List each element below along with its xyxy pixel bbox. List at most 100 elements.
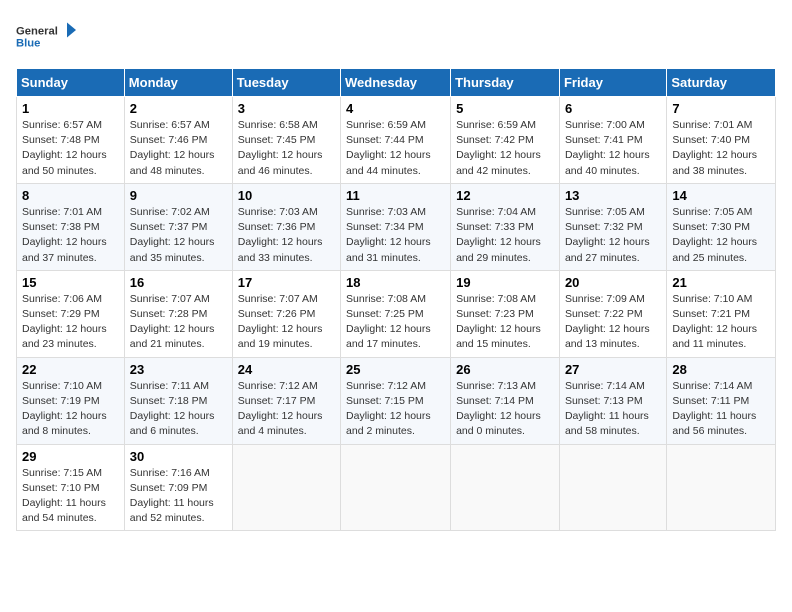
day-number: 29 [22, 449, 119, 464]
day-number: 7 [672, 101, 770, 116]
logo: General Blue [16, 16, 76, 56]
cell-content: Sunrise: 7:10 AMSunset: 7:19 PMDaylight:… [22, 379, 119, 440]
cell-content: Sunrise: 7:11 AMSunset: 7:18 PMDaylight:… [130, 379, 227, 440]
weekday-header-sunday: Sunday [17, 69, 125, 97]
day-number: 14 [672, 188, 770, 203]
day-number: 12 [456, 188, 554, 203]
day-number: 18 [346, 275, 445, 290]
cell-content: Sunrise: 7:01 AMSunset: 7:40 PMDaylight:… [672, 118, 770, 179]
day-number: 15 [22, 275, 119, 290]
calendar-cell: 30 Sunrise: 7:16 AMSunset: 7:09 PMDayligh… [124, 444, 232, 531]
weekday-header-saturday: Saturday [667, 69, 776, 97]
day-number: 1 [22, 101, 119, 116]
calendar-cell: 23 Sunrise: 7:11 AMSunset: 7:18 PMDayligh… [124, 357, 232, 444]
day-number: 5 [456, 101, 554, 116]
day-number: 16 [130, 275, 227, 290]
cell-content: Sunrise: 6:57 AMSunset: 7:46 PMDaylight:… [130, 118, 227, 179]
cell-content: Sunrise: 6:59 AMSunset: 7:44 PMDaylight:… [346, 118, 445, 179]
weekday-header-wednesday: Wednesday [341, 69, 451, 97]
cell-content: Sunrise: 7:08 AMSunset: 7:25 PMDaylight:… [346, 292, 445, 353]
cell-content: Sunrise: 6:58 AMSunset: 7:45 PMDaylight:… [238, 118, 335, 179]
day-number: 8 [22, 188, 119, 203]
cell-content: Sunrise: 7:07 AMSunset: 7:26 PMDaylight:… [238, 292, 335, 353]
weekday-header-tuesday: Tuesday [232, 69, 340, 97]
calendar-cell: 20 Sunrise: 7:09 AMSunset: 7:22 PMDayligh… [559, 270, 666, 357]
calendar-cell: 8 Sunrise: 7:01 AMSunset: 7:38 PMDaylight… [17, 183, 125, 270]
day-number: 17 [238, 275, 335, 290]
week-row-4: 22Sunrise: 7:10 AMSunset: 7:19 PMDayligh… [17, 357, 776, 444]
calendar-cell: 24 Sunrise: 7:12 AMSunset: 7:17 PMDayligh… [232, 357, 340, 444]
cell-content: Sunrise: 7:14 AMSunset: 7:13 PMDaylight:… [565, 379, 661, 440]
day-number: 9 [130, 188, 227, 203]
weekday-header-friday: Friday [559, 69, 666, 97]
cell-content: Sunrise: 7:10 AMSunset: 7:21 PMDaylight:… [672, 292, 770, 353]
cell-content: Sunrise: 7:12 AMSunset: 7:17 PMDaylight:… [238, 379, 335, 440]
svg-text:Blue: Blue [16, 38, 40, 50]
calendar-cell [341, 444, 451, 531]
cell-content: Sunrise: 7:05 AMSunset: 7:30 PMDaylight:… [672, 205, 770, 266]
cell-content: Sunrise: 7:03 AMSunset: 7:34 PMDaylight:… [346, 205, 445, 266]
cell-content: Sunrise: 7:04 AMSunset: 7:33 PMDaylight:… [456, 205, 554, 266]
logo-svg: General Blue [16, 16, 76, 56]
day-number: 30 [130, 449, 227, 464]
day-number: 2 [130, 101, 227, 116]
day-number: 3 [238, 101, 335, 116]
calendar-cell: 27Sunrise: 7:14 AMSunset: 7:13 PMDayligh… [559, 357, 666, 444]
cell-content: Sunrise: 7:09 AMSunset: 7:22 PMDaylight:… [565, 292, 661, 353]
calendar-cell: 13 Sunrise: 7:05 AMSunset: 7:32 PMDayligh… [559, 183, 666, 270]
day-number: 10 [238, 188, 335, 203]
calendar-cell: 17 Sunrise: 7:07 AMSunset: 7:26 PMDayligh… [232, 270, 340, 357]
calendar-cell: 5 Sunrise: 6:59 AMSunset: 7:42 PMDaylight… [451, 97, 560, 184]
day-number: 19 [456, 275, 554, 290]
calendar-cell: 18 Sunrise: 7:08 AMSunset: 7:25 PMDayligh… [341, 270, 451, 357]
calendar-table: SundayMondayTuesdayWednesdayThursdayFrid… [16, 68, 776, 531]
day-number: 23 [130, 362, 227, 377]
calendar-cell [667, 444, 776, 531]
day-number: 25 [346, 362, 445, 377]
calendar-cell: 9 Sunrise: 7:02 AMSunset: 7:37 PMDaylight… [124, 183, 232, 270]
cell-content: Sunrise: 7:02 AMSunset: 7:37 PMDaylight:… [130, 205, 227, 266]
cell-content: Sunrise: 7:15 AMSunset: 7:10 PMDaylight:… [22, 466, 119, 527]
svg-text:General: General [16, 26, 58, 38]
week-row-3: 15Sunrise: 7:06 AMSunset: 7:29 PMDayligh… [17, 270, 776, 357]
weekday-header-thursday: Thursday [451, 69, 560, 97]
calendar-cell: 12 Sunrise: 7:04 AMSunset: 7:33 PMDayligh… [451, 183, 560, 270]
day-number: 20 [565, 275, 661, 290]
calendar-cell: 16 Sunrise: 7:07 AMSunset: 7:28 PMDayligh… [124, 270, 232, 357]
calendar-cell: 15Sunrise: 7:06 AMSunset: 7:29 PMDayligh… [17, 270, 125, 357]
cell-content: Sunrise: 7:07 AMSunset: 7:28 PMDaylight:… [130, 292, 227, 353]
cell-content: Sunrise: 7:05 AMSunset: 7:32 PMDaylight:… [565, 205, 661, 266]
week-row-5: 29 Sunrise: 7:15 AMSunset: 7:10 PMDayligh… [17, 444, 776, 531]
day-number: 11 [346, 188, 445, 203]
calendar-cell: 7 Sunrise: 7:01 AMSunset: 7:40 PMDaylight… [667, 97, 776, 184]
calendar-cell: 11 Sunrise: 7:03 AMSunset: 7:34 PMDayligh… [341, 183, 451, 270]
cell-content: Sunrise: 7:03 AMSunset: 7:36 PMDaylight:… [238, 205, 335, 266]
calendar-cell: 4Sunrise: 6:59 AMSunset: 7:44 PMDaylight… [341, 97, 451, 184]
cell-content: Sunrise: 6:59 AMSunset: 7:42 PMDaylight:… [456, 118, 554, 179]
calendar-cell: 25Sunrise: 7:12 AMSunset: 7:15 PMDayligh… [341, 357, 451, 444]
day-number: 21 [672, 275, 770, 290]
day-number: 28 [672, 362, 770, 377]
page-header: General Blue [16, 16, 776, 56]
day-number: 13 [565, 188, 661, 203]
calendar-cell [232, 444, 340, 531]
calendar-cell: 6Sunrise: 7:00 AMSunset: 7:41 PMDaylight… [559, 97, 666, 184]
day-number: 6 [565, 101, 661, 116]
calendar-cell: 19 Sunrise: 7:08 AMSunset: 7:23 PMDayligh… [451, 270, 560, 357]
week-row-2: 8 Sunrise: 7:01 AMSunset: 7:38 PMDaylight… [17, 183, 776, 270]
calendar-cell: 21 Sunrise: 7:10 AMSunset: 7:21 PMDayligh… [667, 270, 776, 357]
calendar-cell: 10 Sunrise: 7:03 AMSunset: 7:36 PMDayligh… [232, 183, 340, 270]
cell-content: Sunrise: 7:16 AMSunset: 7:09 PMDaylight:… [130, 466, 227, 527]
cell-content: Sunrise: 7:01 AMSunset: 7:38 PMDaylight:… [22, 205, 119, 266]
calendar-cell: 2 Sunrise: 6:57 AMSunset: 7:46 PMDaylight… [124, 97, 232, 184]
calendar-cell [559, 444, 666, 531]
weekday-header-monday: Monday [124, 69, 232, 97]
calendar-body: 1 Sunrise: 6:57 AMSunset: 7:48 PMDaylight… [17, 97, 776, 531]
day-number: 24 [238, 362, 335, 377]
calendar-cell: 28Sunrise: 7:14 AMSunset: 7:11 PMDayligh… [667, 357, 776, 444]
calendar-cell: 29 Sunrise: 7:15 AMSunset: 7:10 PMDayligh… [17, 444, 125, 531]
weekday-header-row: SundayMondayTuesdayWednesdayThursdayFrid… [17, 69, 776, 97]
cell-content: Sunrise: 7:13 AMSunset: 7:14 PMDaylight:… [456, 379, 554, 440]
cell-content: Sunrise: 7:08 AMSunset: 7:23 PMDaylight:… [456, 292, 554, 353]
cell-content: Sunrise: 6:57 AMSunset: 7:48 PMDaylight:… [22, 118, 119, 179]
